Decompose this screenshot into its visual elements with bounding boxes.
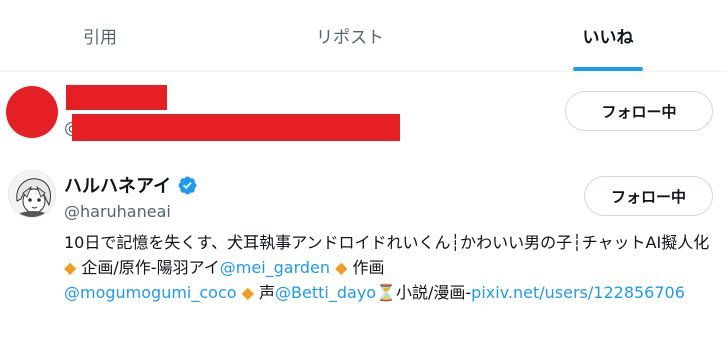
tab-bar: 引用 リポスト いいね <box>0 0 727 72</box>
avatar-haruhaneai[interactable] <box>8 170 56 218</box>
pixiv-link[interactable]: pixiv.net/users/122856706 <box>471 283 685 302</box>
bio-text: 小説/漫画- <box>396 283 472 302</box>
following-button[interactable]: フォロー中 <box>565 91 713 131</box>
hourglass-icon: ⏳ <box>376 283 396 302</box>
avatar-illustration <box>9 171 55 217</box>
verified-badge-icon <box>178 176 197 194</box>
active-tab-indicator <box>573 67 643 71</box>
following-button[interactable]: フォロー中 <box>584 176 713 216</box>
user-bio: 10日で記憶を失くす、犬耳執事アンドロイドれいくん┆かわいい男の子┆チャットAI… <box>64 230 714 305</box>
mention-link[interactable]: @Betti_dayo <box>275 283 376 302</box>
mention-link[interactable]: @mei_garden <box>220 258 330 277</box>
bio-text: 作画 <box>347 258 385 277</box>
following-button-label: フォロー中 <box>610 187 686 206</box>
bio-text: 企画/原作-陽羽アイ <box>76 258 220 277</box>
redacted-name-bar <box>66 85 167 110</box>
user-name[interactable]: ハルハネアイ <box>64 172 198 198</box>
tab-likes[interactable]: いいね <box>508 0 708 71</box>
tab-reposts[interactable]: リポスト <box>250 0 450 71</box>
tab-quotes-label: 引用 <box>83 28 117 48</box>
user-handle[interactable]: @haruhaneai <box>64 202 171 221</box>
tab-quotes[interactable]: 引用 <box>0 0 200 71</box>
orange-diamond-icon: ◆ <box>335 258 348 277</box>
orange-diamond-icon: ◆ <box>64 258 77 277</box>
user-name-text: ハルハネアイ <box>64 176 172 197</box>
bio-text: 声 <box>253 283 276 302</box>
redacted-handle-bar <box>72 114 400 141</box>
bio-text: 10日で記憶を失くす、犬耳執事アンドロイドれいくん┆かわいい男の子┆チャットAI… <box>64 233 710 252</box>
tab-likes-label: いいね <box>582 28 634 48</box>
tab-reposts-label: リポスト <box>316 28 384 48</box>
mention-link[interactable]: @mogumogumi_coco <box>64 283 237 302</box>
following-button-label: フォロー中 <box>601 102 677 121</box>
avatar-redacted[interactable] <box>6 86 58 138</box>
orange-diamond-icon: ◆ <box>241 283 254 302</box>
